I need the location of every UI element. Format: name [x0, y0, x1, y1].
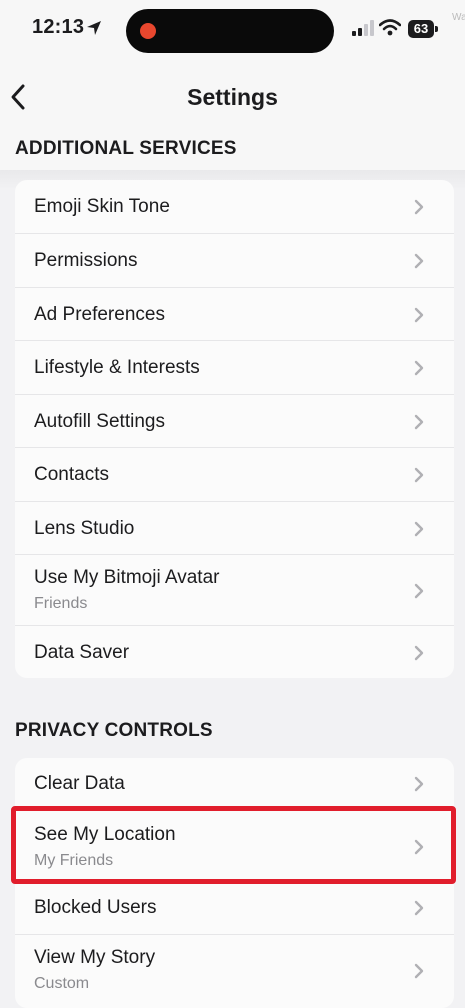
row-label: Use My Bitmoji Avatar [34, 567, 220, 588]
settings-row-permissions[interactable]: Permissions [15, 234, 454, 288]
dynamic-island [126, 9, 334, 53]
settings-row-lens-studio[interactable]: Lens Studio [15, 502, 454, 555]
row-label: Blocked Users [34, 897, 157, 918]
location-arrow-icon [87, 21, 101, 35]
chevron-right-icon [414, 776, 424, 792]
chevron-right-icon [414, 963, 424, 979]
settings-row-contacts[interactable]: Contacts [15, 448, 454, 502]
settings-row-emoji-skin-tone[interactable]: Emoji Skin Tone [15, 180, 454, 234]
row-label: Ad Preferences [34, 304, 165, 325]
chevron-right-icon [414, 253, 424, 269]
settings-row-view-my-story[interactable]: View My Story Custom [15, 935, 454, 1008]
chevron-right-icon [414, 414, 424, 430]
row-label: Lens Studio [34, 518, 135, 539]
row-label: Permissions [34, 250, 138, 271]
row-label: Lifestyle & Interests [34, 357, 200, 378]
navigation-bar: Settings ADDITIONAL SERVICES [0, 60, 465, 170]
settings-row-use-my-bitmoji-avatar[interactable]: Use My Bitmoji Avatar Friends [15, 555, 454, 626]
settings-row-blocked-users[interactable]: Blocked Users [15, 881, 454, 935]
battery-nub [435, 26, 438, 32]
settings-row-autofill-settings[interactable]: Autofill Settings [15, 395, 454, 448]
row-label: Emoji Skin Tone [34, 196, 170, 217]
chevron-right-icon [414, 583, 424, 599]
chevron-right-icon [414, 360, 424, 376]
chevron-right-icon [414, 521, 424, 537]
chevron-right-icon [414, 467, 424, 483]
chevron-right-icon [414, 199, 424, 215]
row-label: Data Saver [34, 642, 130, 663]
row-label: View My Story [34, 947, 156, 968]
row-label: Contacts [34, 464, 109, 485]
settings-row-clear-data[interactable]: Clear Data [15, 758, 454, 810]
row-sublabel: Custom [34, 975, 90, 992]
additional-services-card: Emoji Skin Tone Permissions Ad Preferenc… [15, 180, 454, 678]
chevron-right-icon [414, 900, 424, 916]
settings-row-data-saver[interactable]: Data Saver [15, 626, 454, 678]
recording-indicator-icon [140, 23, 156, 39]
highlight-box [11, 806, 456, 884]
cellular-signal-icon [352, 20, 374, 36]
status-bar: 12:13 63 Wa [0, 0, 465, 60]
settings-row-ad-preferences[interactable]: Ad Preferences [15, 288, 454, 341]
chevron-right-icon [414, 645, 424, 661]
status-time: 12:13 [32, 16, 85, 38]
page-title: Settings [187, 84, 278, 110]
row-sublabel: Friends [34, 595, 88, 612]
section-header-additional-services: ADDITIONAL SERVICES [15, 138, 237, 159]
row-label: Clear Data [34, 773, 125, 794]
watermark: Wa [452, 12, 465, 23]
section-header-privacy-controls: PRIVACY CONTROLS [15, 720, 213, 741]
row-label: Autofill Settings [34, 411, 165, 432]
chevron-right-icon [414, 307, 424, 323]
settings-row-lifestyle-interests[interactable]: Lifestyle & Interests [15, 341, 454, 395]
battery-icon: 63 [408, 20, 434, 38]
wifi-icon [379, 19, 401, 36]
